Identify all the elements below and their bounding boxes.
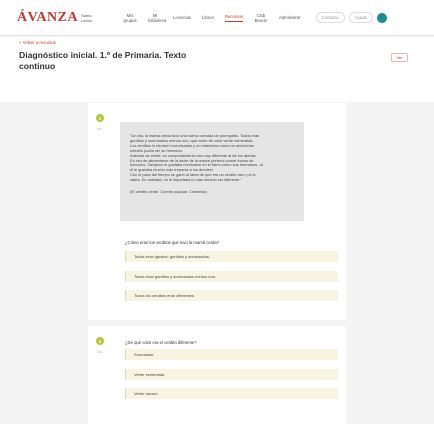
question-number-badge: 1 bbox=[96, 114, 104, 122]
nav-item-mis-grupos[interactable]: Mis grupos bbox=[123, 13, 137, 23]
contact-button[interactable]: Contacto bbox=[315, 12, 345, 23]
nav-item-administrar[interactable]: Administrar bbox=[279, 15, 301, 20]
nav-item-club-beedo[interactable]: Club Beedo bbox=[254, 13, 268, 23]
answer-option[interactable]: Todos eran iguales: gorditos y sonrosado… bbox=[125, 251, 338, 262]
brand-logo[interactable]: ÁVANZA Santo Lector bbox=[17, 10, 97, 26]
question-card-2: 2 001 ¿De qué color era el cerdito difer… bbox=[88, 326, 346, 424]
logo-text: ÁVANZA bbox=[17, 9, 79, 25]
answer-option[interactable]: Sonrosado bbox=[125, 349, 338, 360]
nav-item-licencias[interactable]: Licencias bbox=[173, 15, 191, 20]
back-link[interactable]: < Volver a recursos bbox=[19, 40, 56, 45]
question-subnumber: 001 bbox=[97, 350, 103, 354]
answer-option[interactable]: Todos los cerditos eran diferentes. bbox=[125, 290, 338, 301]
question-prompt: ¿De qué color era el cerdito diferente? bbox=[125, 340, 197, 345]
answer-option[interactable]: Verde oscuro bbox=[125, 388, 338, 399]
avatar[interactable] bbox=[376, 12, 387, 23]
nav-item-libros[interactable]: Libros bbox=[202, 15, 214, 20]
nav-item-mi-biblioteca[interactable]: Mi biblioteca bbox=[148, 13, 166, 23]
question-card-1: 1 001 "Un día, la mamá cerda tuvo una nu… bbox=[88, 103, 346, 320]
answer-option[interactable]: Todos eran gorditos y sonrosados menos u… bbox=[125, 271, 338, 282]
nav-item-recursos[interactable]: Recursos bbox=[224, 14, 243, 22]
question-prompt: ¿Cómo eran los cerditos que tuvo la mamá… bbox=[125, 240, 220, 245]
main-nav: Mis grupos Mi biblioteca Licencias Libro… bbox=[123, 13, 312, 23]
text-line: sabía. En realidad, no le importaba lo m… bbox=[130, 177, 242, 183]
view-button[interactable]: Ver bbox=[391, 53, 408, 62]
question-subnumber: 001 bbox=[97, 127, 103, 131]
text-source: (El cerdito verde. Cuento popular. Colom… bbox=[130, 189, 207, 195]
question-number-badge: 2 bbox=[96, 337, 104, 345]
answer-option[interactable]: Verde esmeralda bbox=[125, 369, 338, 380]
top-navigation-bar: ÁVANZA Santo Lector Mis grupos Mi biblio… bbox=[0, 0, 434, 36]
page-title: Diagnóstico inicial. 1.º de Primaria. Te… bbox=[19, 50, 187, 71]
reading-text-box: "Un día, la mamá cerda tuvo una nueva ca… bbox=[120, 122, 304, 221]
help-button[interactable]: Ayuda bbox=[348, 12, 373, 23]
logo-subtitle: Santo Lector bbox=[81, 12, 93, 23]
